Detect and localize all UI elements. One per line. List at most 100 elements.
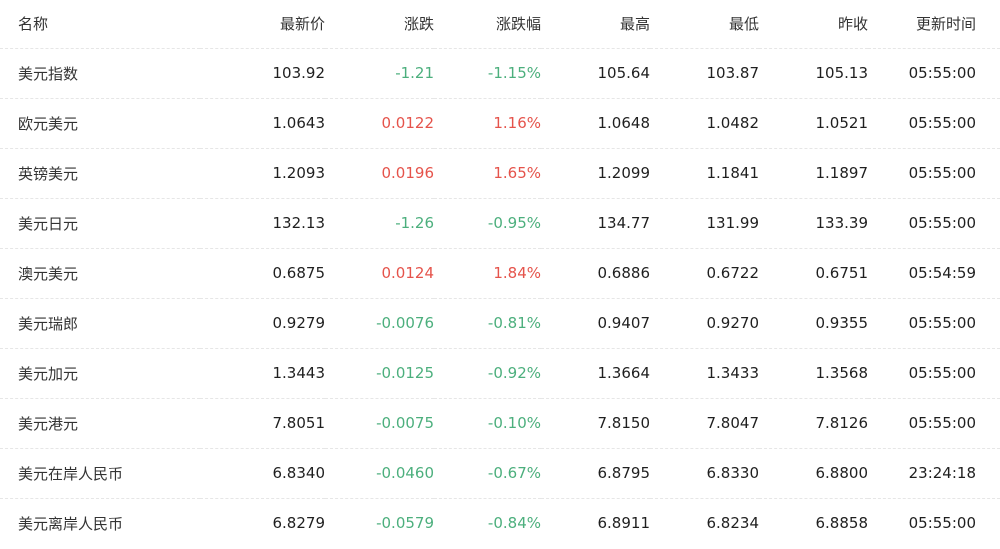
pair-name-cell[interactable]: 美元瑞郎 xyxy=(0,298,200,349)
pair-name-cell[interactable]: 欧元美元 xyxy=(0,98,200,149)
high-cell: 7.8150 xyxy=(541,398,650,449)
change-percent-cell: 1.65% xyxy=(434,148,541,199)
prev-close-cell: 6.8800 xyxy=(759,448,868,499)
table-row[interactable]: 美元日元 132.13 -1.26 -0.95% 134.77 131.99 1… xyxy=(0,198,1000,249)
last-price-cell: 132.13 xyxy=(200,198,325,249)
high-cell: 1.0648 xyxy=(541,98,650,149)
pair-name-cell[interactable]: 澳元美元 xyxy=(0,248,200,299)
last-price-cell: 1.2093 xyxy=(200,148,325,199)
change-cell: -0.0460 xyxy=(325,448,434,499)
last-price-cell: 1.0643 xyxy=(200,98,325,149)
change-percent-cell: -1.15% xyxy=(434,48,541,99)
table-row[interactable]: 欧元美元 1.0643 0.0122 1.16% 1.0648 1.0482 1… xyxy=(0,98,1000,149)
update-time-cell: 23:24:18 xyxy=(868,448,1000,499)
update-time-cell: 05:55:00 xyxy=(868,398,1000,449)
fx-quote-table: 名称 最新价 涨跌 涨跌幅 最高 最低 昨收 更新时间 美元指数 103.92 … xyxy=(0,0,1000,548)
high-cell: 0.6886 xyxy=(541,248,650,299)
header-row: 名称 最新价 涨跌 涨跌幅 最高 最低 昨收 更新时间 xyxy=(0,0,1000,49)
column-header-high[interactable]: 最高 xyxy=(541,0,650,49)
table-row[interactable]: 美元指数 103.92 -1.21 -1.15% 105.64 103.87 1… xyxy=(0,48,1000,99)
high-cell: 1.2099 xyxy=(541,148,650,199)
column-header-name[interactable]: 名称 xyxy=(0,0,200,49)
update-time-cell: 05:55:00 xyxy=(868,148,1000,199)
table-row[interactable]: 美元加元 1.3443 -0.0125 -0.92% 1.3664 1.3433… xyxy=(0,348,1000,399)
prev-close-cell: 1.0521 xyxy=(759,98,868,149)
last-price-cell: 0.6875 xyxy=(200,248,325,299)
prev-close-cell: 7.8126 xyxy=(759,398,868,449)
change-percent-cell: -0.92% xyxy=(434,348,541,399)
prev-close-cell: 1.3568 xyxy=(759,348,868,399)
update-time-cell: 05:55:00 xyxy=(868,348,1000,399)
column-header-change-percent[interactable]: 涨跌幅 xyxy=(434,0,541,49)
last-price-cell: 6.8340 xyxy=(200,448,325,499)
table-row[interactable]: 美元离岸人民币 6.8279 -0.0579 -0.84% 6.8911 6.8… xyxy=(0,498,1000,548)
table-row[interactable]: 澳元美元 0.6875 0.0124 1.84% 0.6886 0.6722 0… xyxy=(0,248,1000,299)
prev-close-cell: 1.1897 xyxy=(759,148,868,199)
change-cell: -0.0125 xyxy=(325,348,434,399)
high-cell: 105.64 xyxy=(541,48,650,99)
change-cell: 0.0196 xyxy=(325,148,434,199)
low-cell: 6.8234 xyxy=(706,514,760,533)
low-cell: 131.99 xyxy=(650,198,759,249)
pair-name-cell[interactable]: 美元离岸人民币 xyxy=(0,498,200,548)
update-time-cell: 05:55:00 xyxy=(908,514,976,533)
last-price-cell: 103.92 xyxy=(200,48,325,99)
change-cell: -1.21 xyxy=(325,48,434,99)
update-time-cell: 05:55:00 xyxy=(868,48,1000,99)
prev-close-cell: 6.8858 xyxy=(815,514,869,533)
low-cell: 0.6722 xyxy=(650,248,759,299)
column-header-update-time[interactable]: 更新时间 xyxy=(868,0,1000,49)
change-percent-cell: -0.84% xyxy=(487,514,541,533)
column-header-low[interactable]: 最低 xyxy=(650,0,759,49)
high-cell: 6.8795 xyxy=(541,448,650,499)
change-cell: 0.0124 xyxy=(325,248,434,299)
change-cell: 0.0122 xyxy=(325,98,434,149)
low-cell: 0.9270 xyxy=(650,298,759,349)
pair-name-cell[interactable]: 美元指数 xyxy=(0,48,200,99)
change-cell: -0.0075 xyxy=(325,398,434,449)
last-price-cell: 6.8279 xyxy=(272,514,326,533)
low-cell: 6.8330 xyxy=(650,448,759,499)
low-cell: 1.3433 xyxy=(650,348,759,399)
pair-name-cell[interactable]: 英镑美元 xyxy=(0,148,200,199)
table-row[interactable]: 美元在岸人民币 6.8340 -0.0460 -0.67% 6.8795 6.8… xyxy=(0,448,1000,499)
pair-name-cell[interactable]: 美元加元 xyxy=(0,348,200,399)
change-percent-cell: 1.84% xyxy=(434,248,541,299)
high-cell: 134.77 xyxy=(541,198,650,249)
high-cell: 1.3664 xyxy=(541,348,650,399)
prev-close-cell: 133.39 xyxy=(759,198,868,249)
table-row[interactable]: 英镑美元 1.2093 0.0196 1.65% 1.2099 1.1841 1… xyxy=(0,148,1000,199)
change-percent-cell: -0.10% xyxy=(434,398,541,449)
table-row[interactable]: 美元港元 7.8051 -0.0075 -0.10% 7.8150 7.8047… xyxy=(0,398,1000,449)
table-body: 美元指数 103.92 -1.21 -1.15% 105.64 103.87 1… xyxy=(0,48,1000,548)
low-cell: 7.8047 xyxy=(650,398,759,449)
pair-name-cell[interactable]: 美元在岸人民币 xyxy=(0,448,200,499)
last-price-cell: 1.3443 xyxy=(200,348,325,399)
change-percent-cell: -0.67% xyxy=(434,448,541,499)
last-price-cell: 0.9279 xyxy=(200,298,325,349)
change-percent-cell: -0.81% xyxy=(434,298,541,349)
change-percent-cell: 1.16% xyxy=(434,98,541,149)
table-row[interactable]: 美元瑞郎 0.9279 -0.0076 -0.81% 0.9407 0.9270… xyxy=(0,298,1000,349)
high-cell: 0.9407 xyxy=(541,298,650,349)
low-cell: 103.87 xyxy=(650,48,759,99)
column-header-last-price[interactable]: 最新价 xyxy=(200,0,325,49)
low-cell: 1.1841 xyxy=(650,148,759,199)
column-header-change[interactable]: 涨跌 xyxy=(325,0,434,49)
prev-close-cell: 0.9355 xyxy=(759,298,868,349)
prev-close-cell: 0.6751 xyxy=(759,248,868,299)
pair-name-cell[interactable]: 美元日元 xyxy=(0,198,200,249)
change-cell: -1.26 xyxy=(325,198,434,249)
pair-name-cell[interactable]: 美元港元 xyxy=(0,398,200,449)
prev-close-cell: 105.13 xyxy=(759,48,868,99)
last-price-cell: 7.8051 xyxy=(200,398,325,449)
change-percent-cell: -0.95% xyxy=(434,198,541,249)
update-time-cell: 05:54:59 xyxy=(868,248,1000,299)
update-time-cell: 05:55:00 xyxy=(868,198,1000,249)
update-time-cell: 05:55:00 xyxy=(868,98,1000,149)
high-cell: 6.8911 xyxy=(597,514,651,533)
column-header-prev-close[interactable]: 昨收 xyxy=(759,0,868,49)
change-cell: -0.0076 xyxy=(325,298,434,349)
update-time-cell: 05:55:00 xyxy=(868,298,1000,349)
table-header: 名称 最新价 涨跌 涨跌幅 最高 最低 昨收 更新时间 xyxy=(0,0,1000,49)
